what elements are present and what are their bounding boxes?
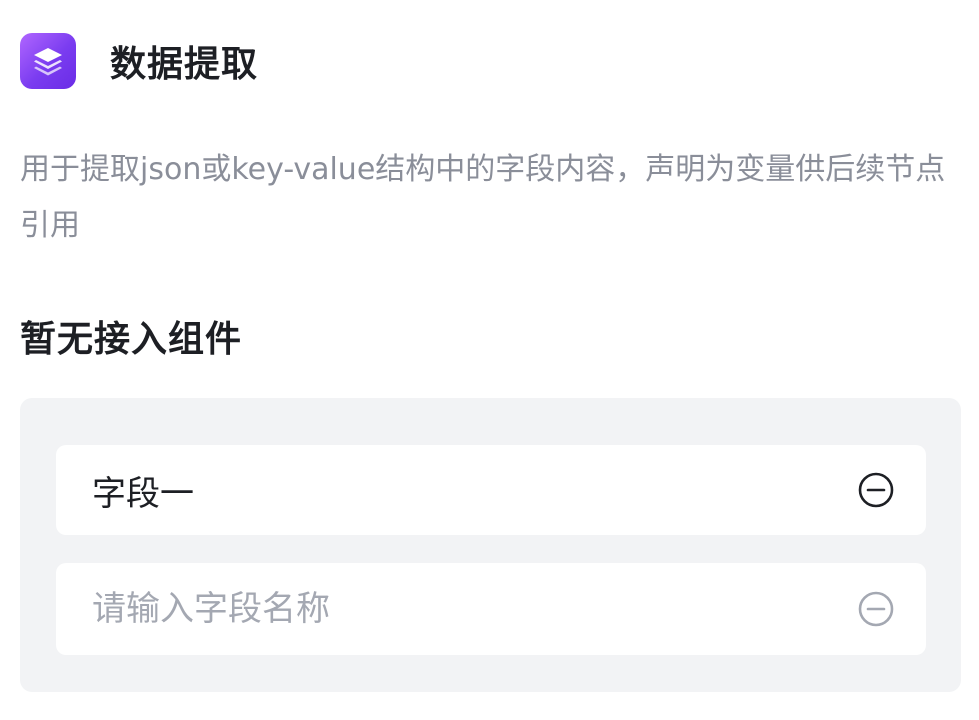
field-row[interactable]: 字段一 [56, 445, 926, 535]
stacked-layers-icon [20, 33, 76, 89]
node-header: 数据提取 [20, 32, 258, 90]
fields-panel: 字段一 [20, 398, 961, 692]
node-title: 数据提取 [110, 44, 259, 85]
minus-circle-icon[interactable] [856, 470, 896, 510]
section-title: 暂无接入组件 [20, 319, 243, 360]
minus-circle-icon[interactable] [856, 589, 896, 629]
field-name-input[interactable] [92, 589, 856, 629]
node-description: 用于提取json或key-value结构中的字段内容，声明为变量供后续节点引用 [20, 152, 946, 243]
field-row[interactable] [56, 563, 926, 655]
field-value[interactable]: 字段一 [92, 466, 856, 515]
